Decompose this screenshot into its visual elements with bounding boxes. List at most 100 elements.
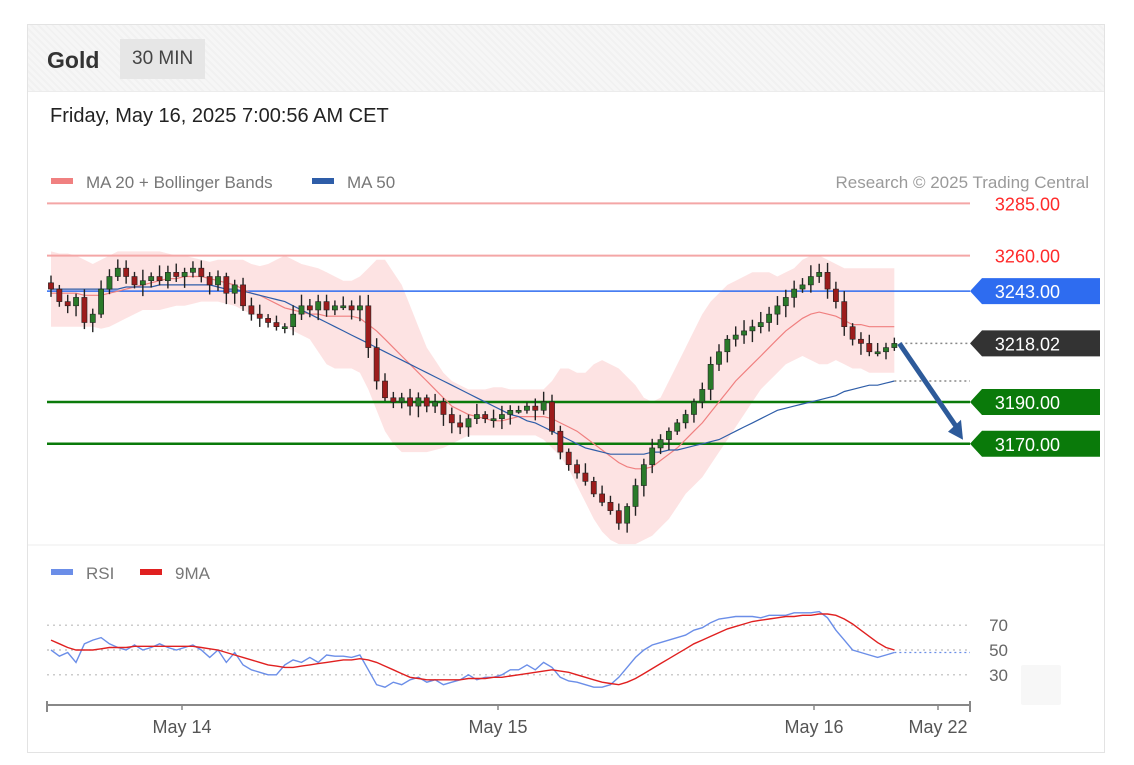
candle-body	[432, 401, 438, 407]
candle-body	[248, 305, 255, 315]
candle-body	[682, 414, 689, 424]
candle-body	[373, 347, 380, 382]
last-price-label: 3218.02	[995, 334, 1060, 354]
candle-body	[165, 272, 171, 282]
candle-body	[106, 276, 113, 290]
rsi-level-label: 30	[989, 666, 1008, 685]
candle-body	[173, 272, 180, 277]
price-plot: 3285.00 3260.00 3243.00 3218.02 3190.00 3170.…	[47, 194, 1100, 545]
candle-body	[131, 276, 138, 286]
candle-body	[490, 418, 497, 421]
x-tick-label: May 15	[468, 717, 527, 737]
candle-body	[891, 343, 898, 348]
candle-body	[290, 313, 297, 327]
candle-body	[524, 405, 530, 411]
ma50-legend-swatch	[312, 178, 334, 184]
candle-body	[156, 276, 163, 282]
candle-body	[741, 330, 747, 336]
candle-body	[114, 267, 121, 277]
candle-body	[849, 326, 856, 340]
candle-body	[340, 305, 347, 309]
resistance-label: 3285.00	[995, 194, 1060, 214]
candle-body	[624, 506, 631, 524]
x-tick-label: May 14	[152, 717, 211, 737]
candle-body	[215, 276, 221, 286]
ma20-legend-label: MA 20 + Bollinger Bands	[86, 173, 273, 192]
candle-body	[824, 272, 831, 290]
rsi-level-label: 50	[989, 641, 1008, 660]
copyright-text: Research © 2025 Trading Central	[836, 173, 1090, 192]
candle-body	[832, 288, 839, 302]
candle-body	[557, 430, 564, 453]
candle-body	[240, 284, 246, 307]
candle-body	[807, 276, 814, 286]
candle-body	[674, 422, 681, 432]
candle-body	[841, 301, 848, 327]
candle-body	[440, 401, 447, 415]
candle-body	[816, 272, 823, 277]
candle-body	[465, 418, 472, 428]
candle-body	[749, 326, 756, 332]
ma9-legend-label: 9MA	[175, 564, 211, 583]
candle-body	[707, 364, 714, 390]
candle-body	[81, 297, 88, 323]
candle-body	[281, 326, 288, 329]
candle-body	[757, 322, 764, 327]
candle-body	[482, 414, 489, 419]
candle-body	[699, 389, 706, 403]
candle-body	[799, 284, 806, 290]
candle-body	[98, 288, 104, 315]
ma9-legend-swatch	[140, 569, 162, 575]
ma50-legend-label: MA 50	[347, 173, 395, 192]
ma20-legend-swatch	[51, 178, 73, 184]
pivot-label: 3243.00	[995, 282, 1060, 302]
x-tick-label: May 16	[784, 717, 843, 737]
candle-body	[415, 397, 422, 407]
candle-body	[398, 397, 405, 403]
candle-body	[615, 510, 622, 524]
price-chart: MA 20 + Bollinger Bands MA 50 Research ©…	[28, 173, 1104, 737]
candle-body	[632, 485, 639, 507]
candle-body	[273, 322, 280, 327]
candle-body	[390, 397, 397, 403]
candle-body	[223, 276, 230, 294]
candle-body	[791, 288, 798, 298]
candle-body	[423, 397, 430, 407]
candle-body	[56, 288, 63, 302]
candle-body	[407, 397, 413, 407]
candle-body	[206, 276, 213, 286]
candle-body	[590, 481, 597, 495]
candle-body	[382, 380, 388, 399]
candle-body	[73, 297, 79, 307]
candle-body	[582, 472, 589, 482]
candle-body	[298, 305, 305, 315]
candle-body	[607, 501, 614, 511]
candle-body	[640, 464, 647, 486]
bollinger-band	[51, 251, 895, 545]
candle-body	[599, 493, 605, 503]
candle-body	[231, 284, 238, 294]
candle-body	[665, 430, 672, 440]
candle-body	[724, 338, 731, 353]
rsi-legend-label: RSI	[86, 564, 114, 583]
corner-button[interactable]	[1021, 665, 1061, 705]
candle-body	[89, 313, 96, 323]
candle-body	[549, 401, 555, 432]
candle-body	[766, 313, 772, 323]
candle-body	[323, 301, 330, 311]
candle-body	[123, 267, 130, 277]
candle-body	[732, 334, 739, 340]
candle-body	[473, 414, 480, 419]
candle-body	[782, 297, 789, 307]
rsi-legend-swatch	[51, 569, 73, 575]
candle-body	[198, 267, 205, 277]
candle-body	[874, 351, 881, 355]
candle-body	[265, 318, 271, 323]
candle-body	[540, 401, 547, 411]
candle-body	[565, 451, 572, 465]
candle-body	[649, 447, 656, 465]
rsi-plot: 70 50 30	[47, 610, 1008, 688]
candle-body	[448, 414, 455, 424]
candle-body	[256, 313, 263, 319]
candle-body	[574, 464, 580, 474]
